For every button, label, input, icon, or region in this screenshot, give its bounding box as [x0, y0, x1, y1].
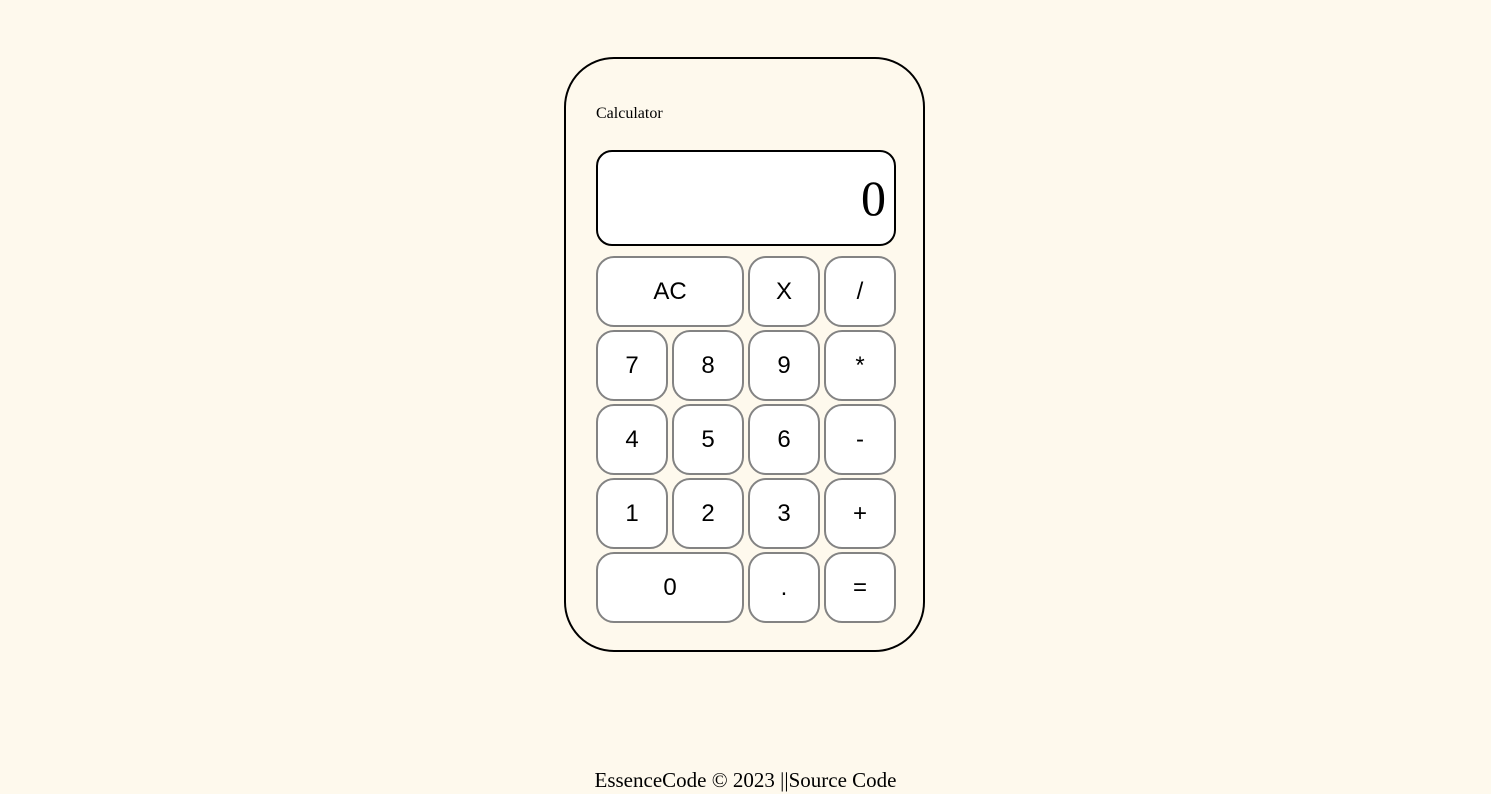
digit-2-button[interactable]: 2 [672, 478, 744, 549]
decimal-button[interactable]: . [748, 552, 820, 623]
digit-5-button[interactable]: 5 [672, 404, 744, 475]
digit-6-button[interactable]: 6 [748, 404, 820, 475]
digit-9-button[interactable]: 9 [748, 330, 820, 401]
plus-button[interactable]: + [824, 478, 896, 549]
source-code-link[interactable]: Source Code [789, 768, 897, 792]
digit-0-button[interactable]: 0 [596, 552, 744, 623]
digit-3-button[interactable]: 3 [748, 478, 820, 549]
equals-button[interactable]: = [824, 552, 896, 623]
clear-button[interactable]: AC [596, 256, 744, 327]
digit-8-button[interactable]: 8 [672, 330, 744, 401]
calculator-display: 0 [596, 150, 896, 246]
calculator-title: Calculator [596, 105, 663, 122]
digit-4-button[interactable]: 4 [596, 404, 668, 475]
minus-button[interactable]: - [824, 404, 896, 475]
footer-credit: EssenceCode © 2023 || [594, 768, 789, 792]
display-value: 0 [861, 170, 886, 226]
footer: EssenceCode © 2023 ||Source Code [0, 768, 1491, 793]
digit-1-button[interactable]: 1 [596, 478, 668, 549]
calculator-container: Calculator 0 AC X / 7 8 9 * 4 5 6 - 1 2 … [564, 57, 925, 652]
divide-button[interactable]: / [824, 256, 896, 327]
multiply-button[interactable]: * [824, 330, 896, 401]
delete-button[interactable]: X [748, 256, 820, 327]
digit-7-button[interactable]: 7 [596, 330, 668, 401]
